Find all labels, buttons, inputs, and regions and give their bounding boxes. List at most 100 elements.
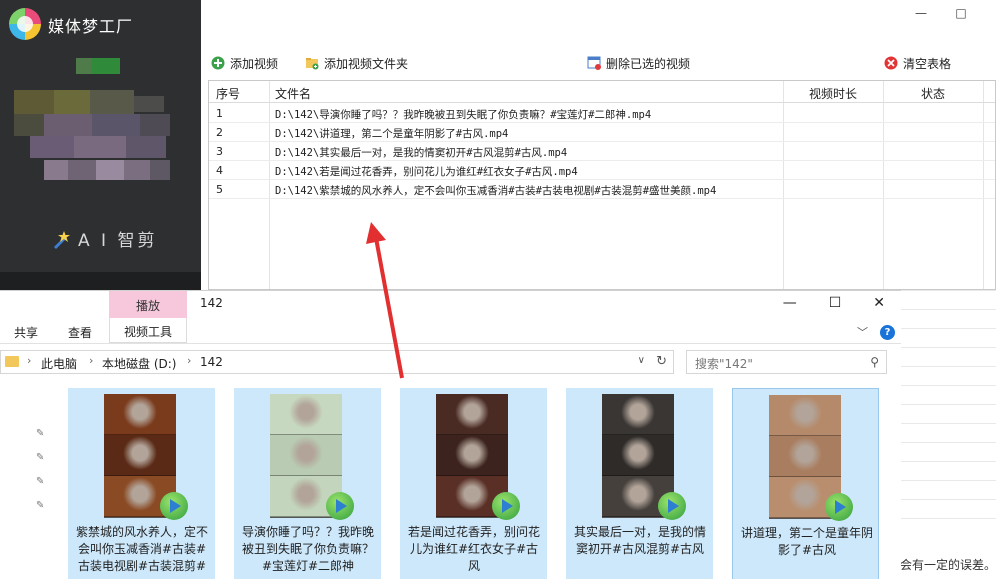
add-folder-button[interactable]: 添加视频文件夹 [301,52,412,74]
ribbon-help-row: ﹀ ? [857,324,895,340]
thumbnail-frame [436,394,508,435]
app-logo-icon [9,8,41,40]
thumbnail-frame [436,435,508,476]
address-bar[interactable]: › 此电脑 › 本地磁盘 (D:) › 142 ∨ ↻ [0,350,674,374]
tab-video-tools[interactable]: 视频工具 [109,318,187,343]
delete-selected-label: 删除已选的视频 [606,56,691,71]
folder-add-icon [306,58,319,70]
row-filename: D:\142\导演你睡了吗？？我昨晚被丑到失眠了你负责嘛？#宝莲灯#二郎神.mp… [275,109,652,121]
add-circle-icon [211,56,225,70]
header-index[interactable]: 序号 [216,85,240,102]
file-explorer-window: 播放 视频工具 共享 查看 142 — ☐ ✕ ﹀ ? › 此电脑 › 本地磁盘… [0,290,901,579]
clear-table-button[interactable]: 清空表格 [880,52,955,74]
refresh-icon[interactable]: ↻ [656,354,667,369]
thumbnail-frame [769,436,841,477]
row-filename: D:\142\若是闻过花香弄，别问花儿为谁红#红衣女子#古风.mp4 [275,166,578,178]
video-table: 序号 文件名 视频时长 状态 1 D:\142\导演你睡了吗？？我昨晚被丑到失眠… [208,80,996,290]
search-placeholder: 搜索"142" [695,357,753,371]
row-index: 2 [216,126,223,139]
search-input[interactable]: 搜索"142" ⚲ [686,350,887,374]
video-file-tile[interactable]: 紫禁城的风水养人，定不会叫你玉减香消#古装#古装电视剧#古装混剪# [68,388,215,579]
thumbnail-frame [270,435,342,476]
accuracy-note: 会有一定的误差。 [900,558,996,572]
header-status[interactable]: 状态 [921,85,945,102]
breadcrumb-drive-d[interactable]: 本地磁盘 (D:) [102,355,176,372]
minimize-button[interactable]: — [914,6,928,20]
play-video-icon [658,492,686,520]
chevron-down-icon[interactable]: ﹀ [857,324,868,340]
add-video-button[interactable]: 添加视频 [207,52,282,74]
search-icon: ⚲ [870,355,879,369]
tab-view[interactable]: 查看 [68,324,92,341]
folder-title: 142 [200,296,223,310]
table-gridlines [901,290,996,520]
help-icon[interactable]: ? [880,324,895,340]
play-video-icon [160,492,188,520]
clear-table-label: 清空表格 [903,56,952,71]
pin-icon[interactable]: ✎ [36,476,44,490]
table-row[interactable]: 1 D:\142\导演你睡了吗？？我昨晚被丑到失眠了你负责嘛？#宝莲灯#二郎神.… [209,104,995,123]
chevron-down-icon[interactable]: ∨ [638,355,645,366]
chevron-right-icon[interactable]: › [27,354,31,367]
ai-clip-badge[interactable]: A I 智剪 [52,226,157,251]
thumbnail-frame [602,394,674,435]
maximize-button[interactable]: □ [954,6,968,20]
delete-selected-button[interactable]: 删除已选的视频 [583,52,694,74]
play-video-icon [326,492,354,520]
breadcrumb-folder-142[interactable]: 142 [200,355,223,369]
row-index: 3 [216,145,223,158]
magic-wand-icon [54,230,70,249]
video-file-tile[interactable]: 其实最后一对，是我的情窦初开#古风混剪#古风 [566,388,713,579]
app-title: 媒体梦工厂 [48,17,134,36]
table-row[interactable]: 4 D:\142\若是闻过花香弄，别问花儿为谁红#红衣女子#古风.mp4 [209,161,995,180]
row-index: 4 [216,164,223,177]
row-filename: D:\142\紫禁城的风水养人，定不会叫你玉减香消#古装#古装电视剧#古装混剪#… [275,185,717,197]
chevron-right-icon[interactable]: › [187,354,191,367]
pin-icon[interactable]: ✎ [36,428,44,442]
header-duration[interactable]: 视频时长 [809,85,857,102]
video-file-tile[interactable]: 若是闻过花香弄，别问花儿为谁红#红衣女子#古风 [400,388,547,579]
tab-share[interactable]: 共享 [14,324,38,341]
thumbnail-frame [769,395,841,436]
app-window-controls: — □ [914,6,968,20]
delete-window-icon [587,56,601,70]
add-video-label: 添加视频 [230,56,279,71]
quick-access-pins: ✎ ✎ ✎ ✎ [36,428,44,514]
folder-icon [5,356,19,367]
table-row[interactable]: 3 D:\142\其实最后一对，是我的情窦初开#古风混剪#古风.mp4 [209,142,995,161]
pin-icon[interactable]: ✎ [36,452,44,466]
explorer-minimize-button[interactable]: — [783,295,797,311]
toolbar: 添加视频 添加视频文件夹 删除已选的视频 清空表格 [207,52,996,74]
pin-icon[interactable]: ✎ [36,500,44,514]
row-filename: D:\142\其实最后一对，是我的情窦初开#古风混剪#古风.mp4 [275,147,568,159]
file-tiles: 紫禁城的风水养人，定不会叫你玉减香消#古装#古装电视剧#古装混剪# 导演你睡了吗？… [68,388,888,579]
tile-caption: 导演你睡了吗？？我昨晚被丑到失眠了你负责嘛？#宝莲灯#二郎神 [241,525,374,573]
thumbnail-frame [104,394,176,435]
table-header: 序号 文件名 视频时长 状态 [209,81,995,103]
table-row[interactable]: 2 D:\142\讲道理，第二个是童年阴影了#古风.mp4 [209,123,995,142]
tile-caption: 讲道理，第二个是童年阴影了#古风 [740,526,873,557]
thumbnail-frame [602,435,674,476]
table-row[interactable]: 5 D:\142\紫禁城的风水养人，定不会叫你玉减香消#古装#古装电视剧#古装混… [209,180,995,199]
breadcrumb-this-pc[interactable]: 此电脑 [41,355,77,372]
header-filename[interactable]: 文件名 [275,85,311,102]
row-index: 1 [216,107,223,120]
video-file-tile[interactable]: 导演你睡了吗？？我昨晚被丑到失眠了你负责嘛？#宝莲灯#二郎神 [234,388,381,579]
context-tab-play: 播放 [109,291,187,318]
thumbnail-frame [104,435,176,476]
thumbnail-frame [270,394,342,435]
row-index: 5 [216,183,223,196]
chevron-right-icon[interactable]: › [89,354,93,367]
explorer-window-controls: — ☐ ✕ [783,295,885,311]
explorer-close-button[interactable]: ✕ [873,295,885,311]
row-filename: D:\142\讲道理，第二个是童年阴影了#古风.mp4 [275,128,509,140]
video-file-tile[interactable]: 讲道理，第二个是童年阴影了#古风 [732,388,879,579]
context-tab-group: 播放 视频工具 [109,291,187,343]
tile-caption: 若是闻过花香弄，别问花儿为谁红#红衣女子#古风 [407,525,540,573]
ai-clip-label: A I 智剪 [78,231,158,251]
explorer-maximize-button[interactable]: ☐ [829,295,842,311]
play-video-icon [492,492,520,520]
tile-caption: 紫禁城的风水养人，定不会叫你玉减香消#古装#古装电视剧#古装混剪# [75,525,208,573]
ribbon-divider [0,343,901,344]
play-video-icon [825,493,853,521]
